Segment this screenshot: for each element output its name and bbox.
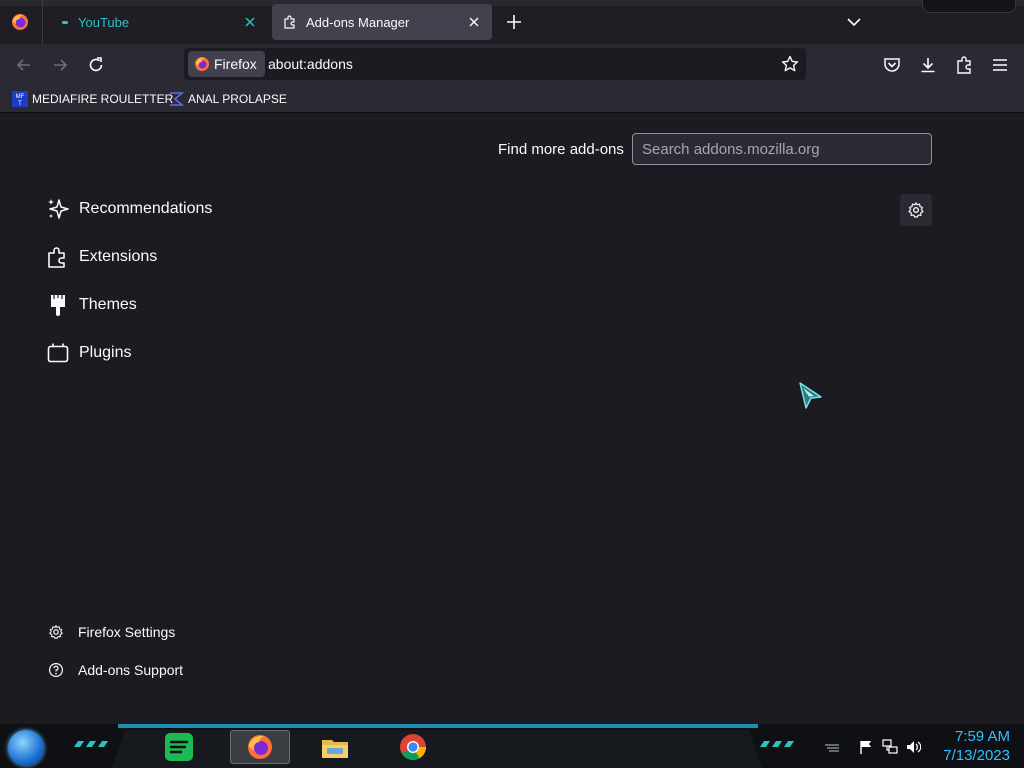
category-recommendations[interactable]: Recommendations — [46, 197, 212, 221]
puzzle-icon — [284, 15, 295, 29]
tab-separator — [42, 0, 43, 44]
tab-label: Add-ons Manager — [306, 14, 410, 30]
category-label: Extensions — [79, 248, 158, 265]
brush-icon — [51, 295, 65, 316]
downloads-icon[interactable] — [918, 55, 938, 75]
tab-youtube[interactable]: YouTube — [46, 4, 268, 40]
close-tab-icon[interactable] — [242, 14, 258, 30]
chevron-down-icon[interactable] — [844, 12, 864, 32]
address-bar[interactable]: Firefox about:addons — [184, 48, 806, 80]
taskbar-decoration — [760, 741, 794, 747]
file-explorer-icon[interactable] — [320, 732, 350, 762]
back-arrow-icon[interactable] — [14, 55, 34, 75]
new-tab-icon[interactable] — [504, 12, 524, 32]
start-button[interactable] — [8, 730, 44, 766]
category-label: Themes — [79, 296, 137, 313]
addons-tools-button[interactable] — [900, 194, 932, 226]
footer-link-label: Add-ons Support — [78, 662, 184, 678]
firefox-taskbar-button[interactable] — [230, 730, 290, 764]
url-text[interactable]: about:addons — [268, 56, 353, 72]
tab-label: YouTube — [78, 14, 130, 30]
theme-corner-decoration — [922, 0, 1016, 13]
find-more-addons-label: Find more add-ons — [498, 141, 624, 158]
firefox-settings-link[interactable]: Firefox Settings — [48, 624, 175, 640]
network-icon[interactable] — [882, 739, 898, 755]
clock-date: 7/13/2023 — [943, 747, 1010, 764]
reload-icon[interactable] — [86, 55, 106, 75]
svg-text:T: T — [18, 101, 22, 107]
bookmark-sigma[interactable]: ANAL PROLAPSE — [168, 91, 287, 107]
mediafire-icon: MF T — [12, 91, 28, 107]
sigma-icon — [170, 92, 184, 106]
close-tab-icon[interactable] — [466, 14, 482, 30]
volume-icon[interactable] — [905, 739, 921, 755]
tab-audio-indicator-icon — [62, 20, 68, 24]
plugin-icon — [47, 343, 69, 363]
hamburger-menu-icon[interactable] — [990, 55, 1010, 75]
pocket-icon[interactable] — [882, 55, 902, 75]
chrome-icon[interactable] — [398, 732, 428, 762]
identity-label: Firefox — [214, 56, 257, 72]
bookmark-label: MEDIAFIRE ROULETTER — [32, 92, 174, 106]
bookmark-star-icon[interactable] — [780, 54, 800, 74]
forward-arrow-icon[interactable] — [50, 55, 70, 75]
identity-box[interactable]: Firefox — [188, 51, 265, 77]
category-plugins[interactable]: Plugins — [46, 341, 131, 365]
tab-strip: YouTube Add-ons Manager — [0, 0, 1024, 44]
spotify-icon[interactable] — [164, 732, 194, 762]
clock-time: 7:59 AM — [954, 728, 1010, 745]
extensions-puzzle-icon[interactable] — [954, 55, 974, 75]
puzzle-icon — [48, 247, 65, 268]
firefox-logo-icon — [195, 57, 209, 71]
taskbar-clock[interactable]: 7:59 AM 7/13/2023 — [943, 727, 1010, 765]
tab-addons-manager[interactable]: Add-ons Manager — [272, 4, 492, 40]
gear-icon — [908, 202, 924, 218]
taskbar-decoration — [74, 741, 108, 747]
taskbar-accent-bar — [118, 724, 758, 728]
mouse-cursor-icon — [799, 382, 822, 409]
taskbar-plate — [112, 730, 762, 768]
show-hidden-icons-icon[interactable] — [824, 739, 840, 755]
category-label: Recommendations — [79, 200, 213, 217]
addons-support-link[interactable]: Add-ons Support — [48, 662, 183, 678]
action-center-flag-icon[interactable] — [858, 739, 874, 755]
svg-text:MF: MF — [16, 94, 25, 100]
firefox-view-icon[interactable] — [10, 12, 30, 32]
category-label: Plugins — [79, 344, 132, 361]
category-extensions[interactable]: Extensions — [46, 245, 157, 269]
addons-search-input[interactable] — [632, 133, 932, 165]
taskbar: 7:59 AM 7/13/2023 — [0, 724, 1024, 768]
gear-icon — [49, 625, 63, 639]
firefox-icon — [248, 735, 272, 759]
footer-link-label: Firefox Settings — [78, 624, 176, 640]
bookmarks-toolbar: MF T MEDIAFIRE ROULETTER ANAL PROLAPSE — [0, 86, 1024, 113]
help-icon — [49, 663, 63, 677]
bookmark-mediafire[interactable]: MF T MEDIAFIRE ROULETTER — [12, 91, 173, 107]
category-themes[interactable]: Themes — [46, 293, 137, 317]
sparkles-icon — [48, 199, 69, 219]
bookmark-label: ANAL PROLAPSE — [188, 92, 287, 106]
navigation-toolbar: Firefox about:addons — [0, 44, 1024, 86]
